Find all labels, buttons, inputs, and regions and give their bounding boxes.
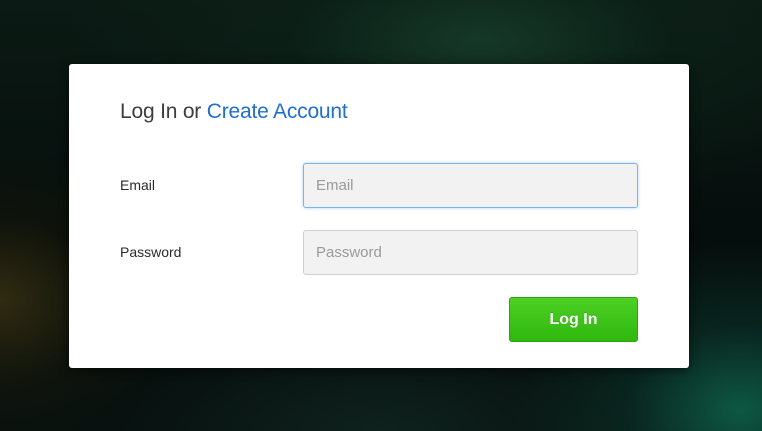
email-input[interactable]: [303, 163, 638, 208]
email-label: Email: [120, 177, 156, 193]
login-heading-text: Log In or: [120, 100, 207, 123]
password-label: Password: [120, 244, 182, 260]
password-input[interactable]: [303, 230, 638, 275]
create-account-link[interactable]: Create Account: [207, 100, 348, 123]
login-card: Log In or Create Account Email Password …: [69, 64, 689, 368]
login-button[interactable]: Log In: [509, 297, 638, 342]
login-heading: Log In or Create Account: [120, 100, 348, 124]
